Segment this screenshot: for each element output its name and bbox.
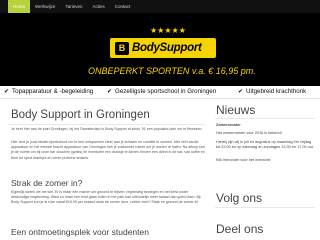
nav-item-contact[interactable]: Contact	[110, 0, 136, 13]
intro-paragraph: Je bent hier aan de start Groningen, bij…	[11, 127, 203, 131]
page-title: Body Support in Groningen	[11, 109, 150, 121]
feature-item: ✔ Gezelligste sportschool in Groningen	[107, 88, 216, 95]
brand-logo[interactable]: B BodySupport	[110, 38, 216, 58]
feature-item: ✔ Topapparatuur & -begeleiding	[4, 88, 93, 95]
summer-paragraph: Eigenlijk weten we het wel. Er is maar é…	[11, 190, 201, 205]
top-navbar: Home Werkwijze Tarieven Acties Contact	[0, 0, 320, 13]
section-title-summer: Strak de zomer in?	[11, 178, 83, 188]
body-paragraph: Hier vind je jouw ideale sportschool om …	[11, 140, 205, 160]
divider	[215, 207, 315, 208]
divider	[9, 124, 205, 125]
divider	[215, 118, 315, 119]
news-line: Hierbij zijn wij in juli en augustus op …	[216, 140, 314, 150]
feature-label: Uitgebreid krachthonk	[246, 88, 307, 95]
check-icon: ✔	[107, 88, 113, 95]
news-subtitle[interactable]: Zomerrooster	[216, 123, 316, 128]
follow-title: Volg ons	[216, 191, 263, 205]
logo-icon: B	[115, 41, 129, 55]
news-title: Nieuws	[216, 103, 256, 117]
nav-item-acties[interactable]: Acties	[87, 0, 109, 13]
feature-label: Topapparatuur & -begeleiding	[12, 88, 94, 95]
news-line: Het zomerrooster voor 2016 is bekend!	[216, 131, 282, 135]
check-icon: ✔	[238, 88, 244, 95]
nav-item-werkwijze[interactable]: Werkwijze	[30, 0, 60, 13]
rating-stars: ★★★★★	[150, 26, 186, 35]
features-bar: ✔ Topapparatuur & -begeleiding ✔ Gezelli…	[0, 86, 320, 99]
feature-label: Gezelligste sportschool in Groningen	[115, 88, 217, 95]
hero-slogan: ONBEPERKT SPORTEN v.a. € 16,95 pm.	[88, 66, 256, 76]
section-title-students: Een ontmoetingsplek voor studenten	[11, 227, 149, 237]
share-title: Deel ons	[216, 222, 264, 236]
feature-item: ✔ Uitgebreid krachthonk	[238, 88, 306, 95]
nav-item-home[interactable]: Home	[8, 0, 31, 13]
news-link[interactable]: Klik hieronder voor het overzicht.	[216, 158, 316, 163]
nav-item-tarieven[interactable]: Tarieven	[60, 0, 87, 13]
logo-text: BodySupport	[132, 42, 202, 54]
nav-menu: Home Werkwijze Tarieven Acties Contact	[8, 0, 135, 13]
check-icon: ✔	[4, 88, 10, 95]
